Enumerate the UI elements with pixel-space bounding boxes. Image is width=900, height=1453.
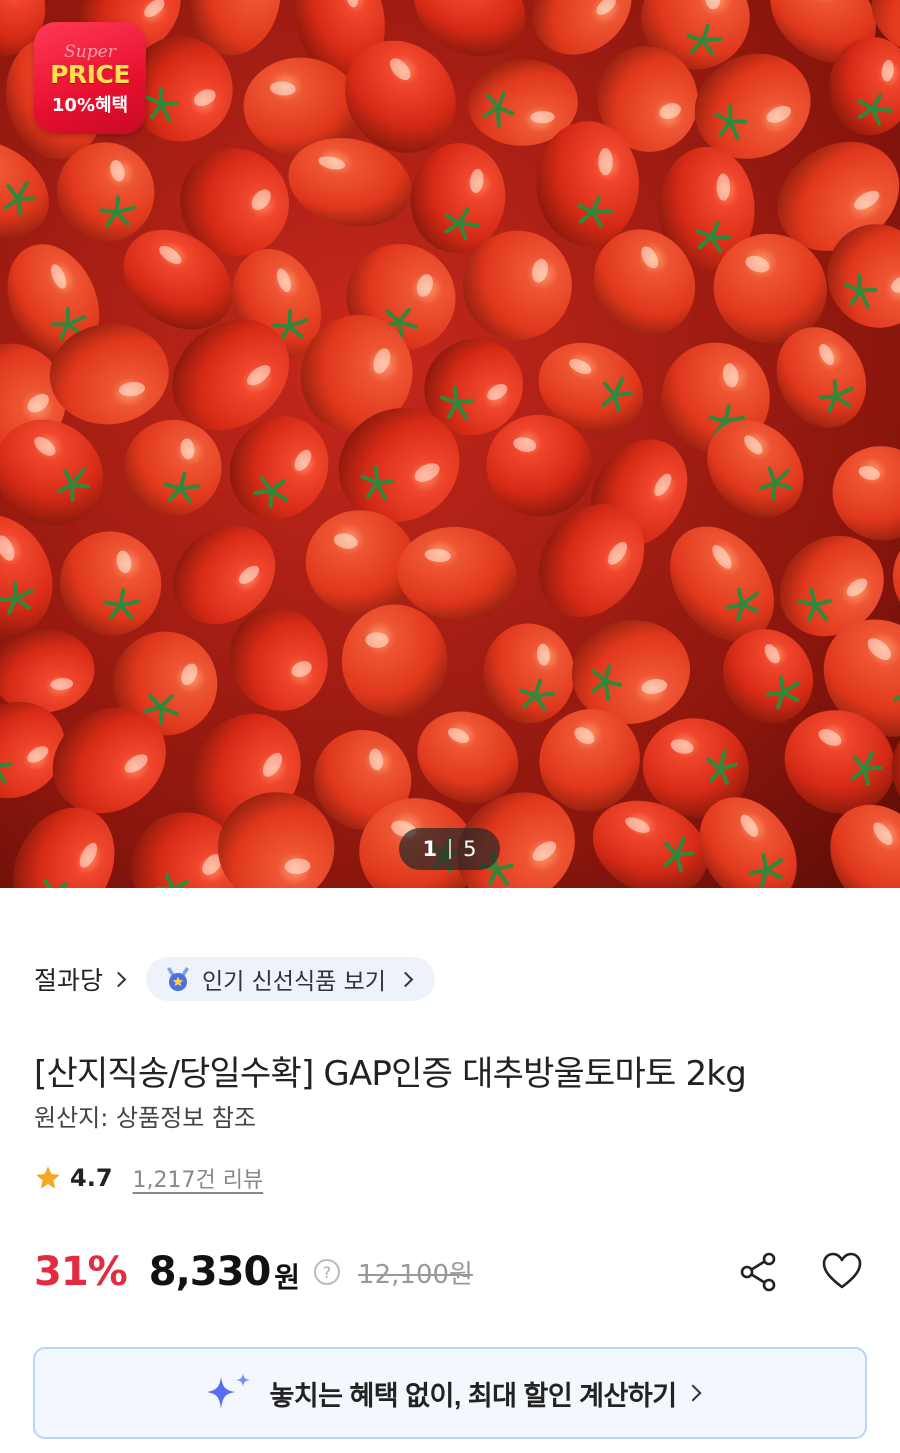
share-icon	[740, 1252, 776, 1292]
popular-fresh-food-link[interactable]: 인기 신선식품 보기	[146, 957, 435, 1001]
chevron-right-icon	[110, 971, 127, 987]
badge-benefit-text: 10%혜택	[51, 95, 129, 116]
chevron-right-icon	[684, 1384, 702, 1402]
tomato	[483, 623, 575, 724]
badge-price-text: PRICE	[50, 60, 130, 89]
product-image[interactable]: Super PRICE 10%혜택 1 5	[0, 0, 900, 888]
seller-link[interactable]: 절과당	[34, 961, 127, 997]
rating-score: 4.7	[70, 1164, 113, 1192]
super-price-badge: Super PRICE 10%혜택	[34, 22, 146, 134]
chevron-right-icon	[397, 971, 414, 987]
pager-total: 5	[463, 837, 477, 861]
tomato	[832, 446, 900, 541]
star-icon	[36, 1166, 60, 1189]
share-button[interactable]	[736, 1249, 782, 1295]
price-row: 31% 8,330 원 ? 12,100원	[34, 1244, 473, 1300]
wishlist-button[interactable]	[818, 1248, 866, 1294]
tomato	[59, 531, 162, 636]
product-origin: 원산지: 상품정보 참조	[34, 1104, 257, 1132]
pager-current: 1	[422, 837, 438, 861]
price-help-icon[interactable]: ?	[314, 1259, 341, 1285]
tomato	[536, 121, 639, 246]
review-count-link[interactable]: 1,217건 리뷰	[133, 1162, 264, 1194]
tomato	[123, 419, 222, 516]
original-price: 12,100원	[358, 1259, 473, 1290]
medal-icon	[167, 967, 190, 991]
popular-link-label: 인기 신선식품 보기	[202, 969, 386, 995]
product-title: [산지직송/당일수확] GAP인증 대추방울토마토 2kg	[34, 1054, 747, 1094]
tomato	[341, 604, 448, 717]
max-discount-calculator-button[interactable]: 놓치는 혜택 없이, 최대 할인 계산하기	[33, 1347, 867, 1439]
sparkle-icon	[207, 1373, 251, 1409]
discount-rate: 31%	[34, 1249, 128, 1295]
heart-icon	[822, 1252, 862, 1289]
sale-price: 8,330	[148, 1249, 272, 1295]
price-unit: 원	[274, 1261, 301, 1294]
seller-name: 절과당	[34, 966, 104, 995]
calculator-label: 놓치는 혜택 없이, 최대 할인 계산하기	[269, 1380, 677, 1411]
rating-row: 4.7 1,217건 리뷰	[34, 1160, 263, 1196]
pager-divider	[449, 839, 452, 859]
image-pager[interactable]: 1 5	[399, 828, 500, 870]
tomato-photo	[0, 0, 900, 888]
badge-super-text: Super	[64, 42, 116, 62]
breadcrumb: 절과당 인기 신선식품 보기	[34, 956, 435, 1002]
